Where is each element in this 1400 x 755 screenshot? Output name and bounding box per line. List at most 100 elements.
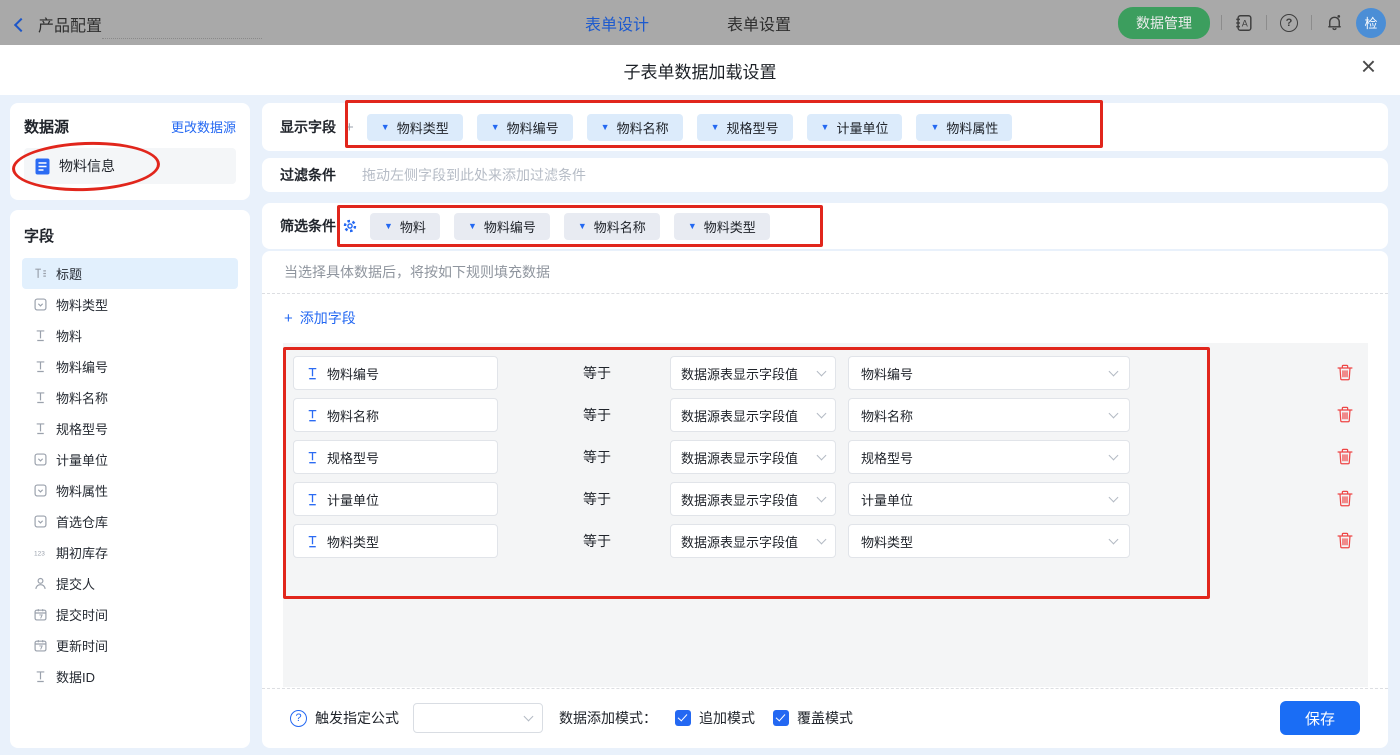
field-item-6[interactable]: 计量单位 bbox=[22, 444, 238, 475]
fields-title: 字段 bbox=[24, 228, 55, 245]
field-item-3[interactable]: 物料编号 bbox=[22, 351, 238, 382]
tag-label: 物料名称 bbox=[616, 120, 669, 136]
delete-row-icon[interactable] bbox=[1337, 364, 1354, 382]
close-icon[interactable]: × bbox=[1361, 53, 1376, 79]
rule-value-select[interactable]: 物料编号 bbox=[848, 356, 1130, 390]
field-tag[interactable]: ▼ 物料 bbox=[370, 212, 440, 240]
field-item-13[interactable]: 数据ID bbox=[22, 661, 238, 692]
triangle-down-icon: ▼ bbox=[467, 220, 477, 231]
display-fields-label: 显示字段 bbox=[280, 119, 336, 135]
field-item-2[interactable]: 物料 bbox=[22, 320, 238, 351]
app-title: 产品配置 bbox=[38, 18, 103, 35]
rule-target-field[interactable]: 物料类型 bbox=[293, 524, 498, 558]
chevron-down-icon bbox=[1108, 408, 1119, 418]
field-label: 计量单位 bbox=[56, 453, 109, 468]
field-item-9[interactable]: 123 期初库存 bbox=[22, 537, 238, 568]
text-icon bbox=[33, 422, 47, 436]
gear-icon[interactable] bbox=[343, 219, 357, 233]
back-button[interactable]: 产品配置 bbox=[13, 12, 103, 36]
rule-target-field[interactable]: 物料名称 bbox=[293, 398, 498, 432]
help-icon[interactable]: ? bbox=[1278, 12, 1300, 34]
field-label: 提交时间 bbox=[56, 608, 109, 623]
formula-select[interactable] bbox=[413, 703, 543, 733]
rule-row: 计量单位 等于 数据源表显示字段值 计量单位 bbox=[293, 482, 1368, 516]
delete-row-icon[interactable] bbox=[1337, 532, 1354, 550]
rule-source-select[interactable]: 数据源表显示字段值 bbox=[670, 356, 836, 390]
modal-header: 子表单数据加载设置 × bbox=[0, 45, 1400, 95]
field-label: 物料名称 bbox=[56, 391, 109, 406]
rule-target-field[interactable]: 物料编号 bbox=[293, 356, 498, 390]
delete-row-icon[interactable] bbox=[1337, 406, 1354, 424]
equals-operator: 等于 bbox=[583, 533, 611, 549]
rule-field-label: 物料编号 bbox=[327, 366, 380, 382]
rule-value-select[interactable]: 计量单位 bbox=[848, 482, 1130, 516]
chevron-down-icon bbox=[816, 534, 827, 544]
field-item-0[interactable]: 标题 bbox=[22, 258, 238, 289]
field-item-10[interactable]: 提交人 bbox=[22, 568, 238, 599]
screen-filter-tags: ▼ 物料 ▼ 物料编号 ▼ 物料名称 ▼ 物料类型 bbox=[370, 212, 770, 240]
field-label: 数据ID bbox=[56, 670, 96, 685]
save-button[interactable]: 保存 bbox=[1280, 701, 1360, 735]
rule-value-select[interactable]: 规格型号 bbox=[848, 440, 1130, 474]
screen-filter-card: 筛选条件 ▼ 物料 ▼ 物料编号 ▼ 物料名称 ▼ 物料类型 bbox=[262, 203, 1388, 249]
field-item-11[interactable]: 提交时间 bbox=[22, 599, 238, 630]
overwrite-mode-checkbox[interactable] bbox=[773, 710, 789, 726]
datasource-item[interactable]: 物料信息 bbox=[24, 148, 236, 184]
triangle-down-icon: ▼ bbox=[710, 121, 720, 132]
field-item-1[interactable]: 物料类型 bbox=[22, 289, 238, 320]
field-item-7[interactable]: 物料属性 bbox=[22, 475, 238, 506]
contacts-icon[interactable]: A bbox=[1233, 12, 1255, 34]
triangle-down-icon: ▼ bbox=[930, 121, 940, 132]
field-tag[interactable]: ▼ 物料编号 bbox=[476, 113, 573, 141]
field-tag[interactable]: ▼ 物料类型 bbox=[673, 212, 770, 240]
equals-operator: 等于 bbox=[583, 407, 611, 423]
delete-row-icon[interactable] bbox=[1337, 490, 1354, 508]
rule-field-label: 物料名称 bbox=[327, 408, 380, 424]
rule-target-field[interactable]: 计量单位 bbox=[293, 482, 498, 516]
rule-source-select[interactable]: 数据源表显示字段值 bbox=[670, 524, 836, 558]
field-label: 提交人 bbox=[56, 577, 96, 592]
rule-source-select[interactable]: 数据源表显示字段值 bbox=[670, 482, 836, 516]
add-field-button[interactable]: + 添加字段 bbox=[284, 308, 356, 328]
field-tag[interactable]: ▼ 计量单位 bbox=[806, 113, 903, 141]
delete-row-icon[interactable] bbox=[1337, 448, 1354, 466]
rule-target-field[interactable]: 规格型号 bbox=[293, 440, 498, 474]
tab-form-settings[interactable]: 表单设置 bbox=[727, 11, 791, 35]
field-label: 标题 bbox=[56, 267, 83, 282]
field-tag[interactable]: ▼ 物料类型 bbox=[366, 113, 463, 141]
chevron-down-icon bbox=[1108, 492, 1119, 502]
rule-value: 计量单位 bbox=[861, 492, 914, 508]
field-item-12[interactable]: 更新时间 bbox=[22, 630, 238, 661]
datasource-title: 数据源 bbox=[24, 119, 70, 136]
field-tag[interactable]: ▼ 物料编号 bbox=[453, 212, 550, 240]
field-item-5[interactable]: 规格型号 bbox=[22, 413, 238, 444]
text-icon bbox=[33, 391, 47, 405]
field-item-8[interactable]: 首选仓库 bbox=[22, 506, 238, 537]
data-manage-button[interactable]: 数据管理 bbox=[1118, 6, 1210, 39]
user-avatar[interactable]: 检 bbox=[1356, 7, 1386, 38]
formula-help-icon[interactable]: ? bbox=[290, 709, 307, 727]
modal-footer: ? 触发指定公式 数据添加模式： 追加模式 覆盖模式 保存 bbox=[262, 688, 1388, 748]
rule-value-select[interactable]: 物料类型 bbox=[848, 524, 1130, 558]
add-display-field-button[interactable]: + bbox=[345, 119, 354, 136]
text-field-icon bbox=[305, 492, 319, 506]
select-icon bbox=[33, 484, 47, 498]
filter-dropzone[interactable]: 拖动左侧字段到此处来添加过滤条件 bbox=[362, 165, 586, 185]
field-item-4[interactable]: 物料名称 bbox=[22, 382, 238, 413]
rule-source-select[interactable]: 数据源表显示字段值 bbox=[670, 440, 836, 474]
field-label: 期初库存 bbox=[56, 546, 109, 561]
notification-bell-icon[interactable] bbox=[1323, 12, 1345, 34]
tag-label: 物料名称 bbox=[593, 219, 646, 235]
rule-value-select[interactable]: 物料名称 bbox=[848, 398, 1130, 432]
field-tag[interactable]: ▼ 物料名称 bbox=[586, 113, 683, 141]
triangle-down-icon: ▼ bbox=[380, 121, 390, 132]
tab-form-design[interactable]: 表单设计 bbox=[585, 11, 649, 35]
rule-source-select[interactable]: 数据源表显示字段值 bbox=[670, 398, 836, 432]
append-mode-checkbox[interactable] bbox=[675, 710, 691, 726]
field-tag[interactable]: ▼ 规格型号 bbox=[696, 113, 793, 141]
field-tag[interactable]: ▼ 物料名称 bbox=[563, 212, 660, 240]
change-datasource-link[interactable]: 更改数据源 bbox=[171, 117, 236, 136]
field-tag[interactable]: ▼ 物料属性 bbox=[916, 113, 1013, 141]
text-icon bbox=[33, 329, 47, 343]
form-doc-icon bbox=[35, 158, 50, 174]
